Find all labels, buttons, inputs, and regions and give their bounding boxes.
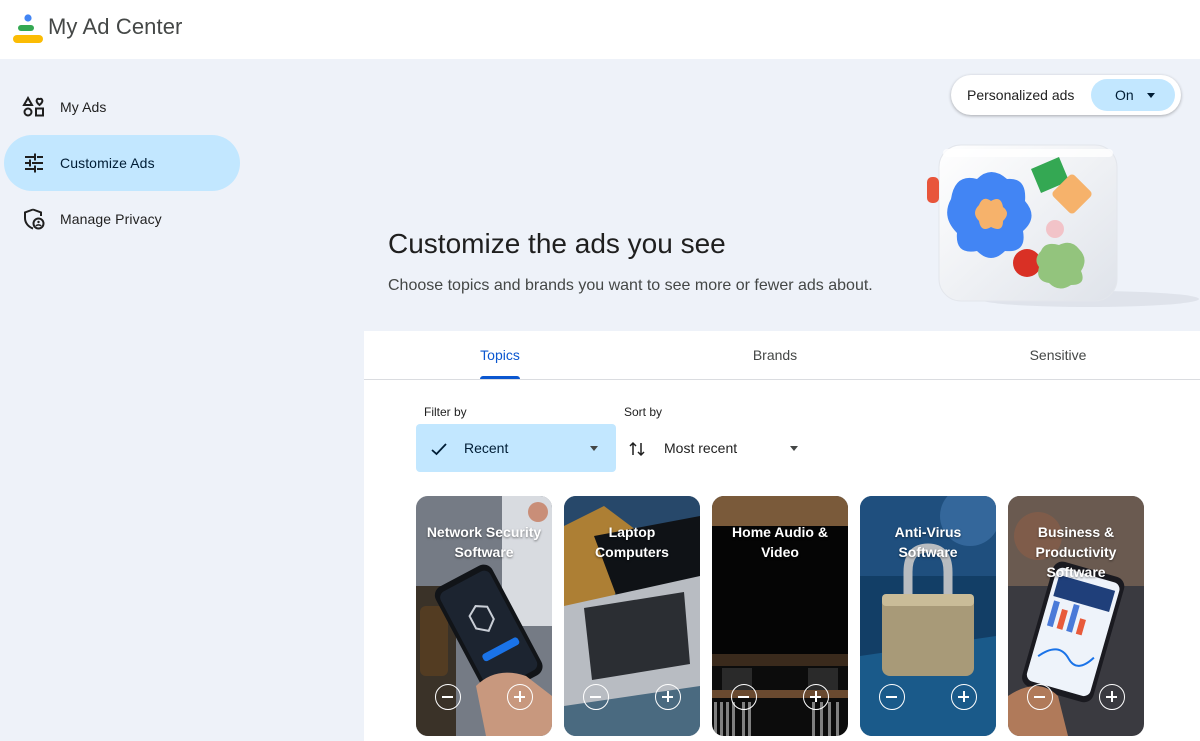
sidebar-item-label: Manage Privacy (60, 211, 162, 227)
active-tab-indicator (480, 376, 520, 379)
top-bar: My Ad Center (0, 0, 1200, 59)
topic-card-anti-virus[interactable]: Anti-Virus Software (860, 496, 996, 736)
personalized-ads-control: Personalized ads On (951, 75, 1181, 115)
filter-by-value: Recent (464, 440, 509, 456)
more-ads-button[interactable] (507, 684, 533, 710)
caret-down-icon (790, 446, 798, 451)
filter-by-label: Filter by (424, 405, 467, 419)
caret-down-icon (590, 446, 598, 451)
fewer-ads-button[interactable] (731, 684, 757, 710)
fewer-ads-button[interactable] (879, 684, 905, 710)
fewer-ads-button[interactable] (583, 684, 609, 710)
page-title: Customize the ads you see (388, 228, 726, 259)
sidebar-item-manage-privacy[interactable]: Manage Privacy (4, 191, 240, 247)
my-ad-center-logo[interactable] (12, 13, 44, 45)
sidebar-item-label: My Ads (60, 99, 107, 115)
fewer-ads-button[interactable] (1027, 684, 1053, 710)
tune-icon (25, 153, 43, 173)
more-ads-button[interactable] (655, 684, 681, 710)
customize-ads-illustration (927, 144, 1199, 307)
card-title: Home Audio & Video (732, 524, 828, 560)
personalized-ads-label: Personalized ads (967, 87, 1075, 103)
tab-sensitive[interactable]: Sensitive (958, 331, 1158, 379)
swap-vert-icon (629, 441, 645, 457)
card-title: Business & Productivity Software (1035, 524, 1117, 580)
tab-brands[interactable]: Brands (675, 331, 875, 379)
sort-by-value: Most recent (664, 440, 738, 456)
card-title: Laptop Computers (595, 524, 669, 560)
sort-by-dropdown[interactable]: Most recent (624, 424, 804, 472)
shield-person-icon (24, 208, 45, 230)
check-icon (431, 443, 447, 456)
sidebar-item-label: Customize Ads (60, 155, 155, 171)
sidebar: My Ads Customize Ads Manage Privacy (0, 59, 364, 741)
shapes-icon (22, 95, 44, 117)
personalized-ads-dropdown[interactable]: On (1091, 79, 1175, 111)
topic-card-home-audio-video[interactable]: Home Audio & Video (712, 496, 848, 736)
topic-card-business-productivity[interactable]: Business & Productivity Software (1008, 496, 1144, 736)
sidebar-item-customize-ads[interactable]: Customize Ads (4, 135, 240, 191)
app-title[interactable]: My Ad Center (48, 14, 182, 40)
card-title: Network Security Software (426, 524, 542, 560)
hero-banner: Personalized ads On Customize the ads yo… (364, 59, 1200, 331)
more-ads-button[interactable] (1099, 684, 1125, 710)
fewer-ads-button[interactable] (435, 684, 461, 710)
page-subtitle: Choose topics and brands you want to see… (388, 277, 873, 294)
sort-by-label: Sort by (624, 405, 663, 419)
more-ads-button[interactable] (803, 684, 829, 710)
card-title: Anti-Virus Software (894, 524, 962, 560)
topic-card-laptop-computers[interactable]: Laptop Computers (564, 496, 700, 736)
topic-card-network-security[interactable]: Network Security Software (416, 496, 552, 736)
filter-by-dropdown[interactable]: Recent (416, 424, 616, 472)
caret-down-icon (1147, 93, 1155, 98)
tab-topics[interactable]: Topics (400, 331, 600, 379)
sidebar-item-my-ads[interactable]: My Ads (4, 79, 240, 135)
personalized-ads-value: On (1115, 87, 1134, 103)
tab-bar: Topics Brands Sensitive (364, 331, 1200, 380)
more-ads-button[interactable] (951, 684, 977, 710)
